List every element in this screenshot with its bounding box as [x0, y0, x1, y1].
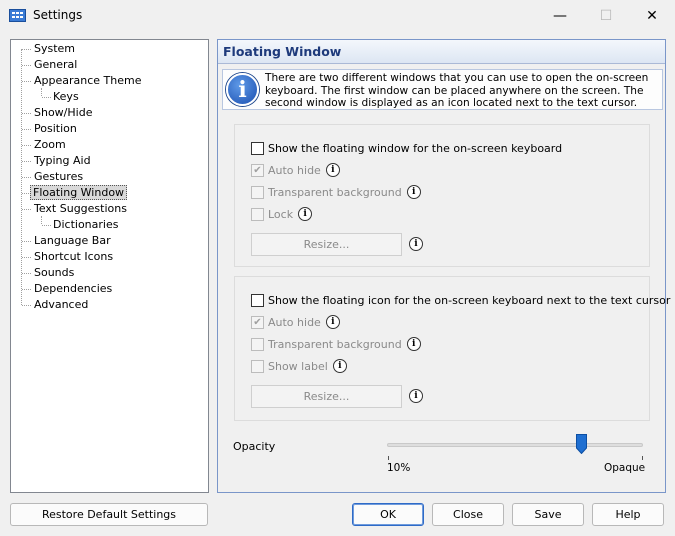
tree-item-position[interactable]: Position	[32, 121, 79, 137]
tree-item-appearance-theme[interactable]: Appearance Theme	[32, 73, 144, 89]
info-icon[interactable]: i	[406, 185, 421, 199]
tree-item-gestures[interactable]: Gestures	[32, 169, 85, 185]
icon-transparent-background-checkbox	[251, 337, 264, 351]
resize-window-button: Resize...	[251, 233, 402, 256]
tree-item-zoom[interactable]: Zoom	[32, 137, 68, 153]
tree-item-sounds[interactable]: Sounds	[32, 265, 76, 281]
show-floating-window-label: Show the floating window for the on-scre…	[268, 141, 563, 155]
opacity-slider-thumb[interactable]	[576, 434, 588, 454]
tree-item-keys[interactable]: Keys	[51, 89, 81, 105]
tree-item-typing-aid[interactable]: Typing Aid	[32, 153, 93, 169]
tree-connector-line	[41, 216, 42, 224]
tree-connector-line	[41, 88, 42, 96]
icon-auto-hide-checkbox: ✔	[251, 315, 264, 329]
lock-label: Lock	[268, 207, 294, 221]
help-button[interactable]: Help	[592, 503, 664, 526]
opacity-min-label: 10%	[387, 462, 411, 474]
transparent-background-checkbox	[251, 185, 264, 199]
tree-item-general[interactable]: General	[32, 57, 79, 73]
show-floating-icon-checkbox[interactable]	[251, 293, 264, 307]
tree-branch	[22, 177, 31, 178]
window-title: Settings	[33, 8, 83, 22]
title-bar: Settings — ☐ ✕	[0, 0, 675, 31]
floating-window-panel: Floating Window i There are two differen…	[217, 39, 670, 493]
auto-hide-checkbox: ✔	[251, 163, 264, 177]
settings-tree[interactable]: System General Appearance Theme Keys Sho…	[10, 39, 209, 493]
auto-hide-label: Auto hide	[268, 163, 321, 177]
transparent-background-option: Transparent background i	[251, 184, 421, 200]
tree-branch	[22, 161, 31, 162]
tree-item-dependencies[interactable]: Dependencies	[32, 281, 114, 297]
close-button[interactable]: Close	[432, 503, 504, 526]
opacity-label: Opacity	[233, 440, 276, 453]
show-floating-icon-option[interactable]: Show the floating icon for the on-screen…	[251, 292, 670, 308]
lock-checkbox	[251, 207, 264, 221]
restore-defaults-button[interactable]: Restore Default Settings	[10, 503, 208, 526]
info-text: There are two different windows that you…	[265, 72, 649, 110]
tree-branch	[22, 257, 31, 258]
info-icon[interactable]: i	[409, 389, 423, 403]
tree-branch	[22, 81, 31, 82]
tree-item-dictionaries[interactable]: Dictionaries	[51, 217, 120, 233]
info-box: i There are two different windows that y…	[222, 69, 663, 110]
tree-item-shortcut-icons[interactable]: Shortcut Icons	[32, 249, 115, 265]
tree-branch	[22, 273, 31, 274]
icon-transparent-background-option: Transparent background i	[251, 336, 421, 352]
keyboard-app-icon	[9, 9, 26, 22]
transparent-background-label: Transparent background	[268, 185, 402, 199]
ok-button[interactable]: OK	[352, 503, 424, 526]
save-button[interactable]: Save	[512, 503, 584, 526]
info-icon[interactable]: i	[409, 237, 423, 251]
panel-header: Floating Window	[218, 40, 665, 64]
tree-item-advanced[interactable]: Advanced	[32, 297, 90, 313]
info-icon[interactable]: i	[406, 337, 421, 351]
tree-item-language-bar[interactable]: Language Bar	[32, 233, 113, 249]
show-floating-window-option[interactable]: Show the floating window for the on-scre…	[251, 140, 562, 156]
tree-branch	[22, 289, 31, 290]
tree-branch	[22, 129, 31, 130]
tree-item-text-suggestions[interactable]: Text Suggestions	[32, 201, 129, 217]
floating-window-group: Show the floating window for the on-scre…	[234, 124, 650, 267]
tree-item-show-hide[interactable]: Show/Hide	[32, 105, 94, 121]
info-icon[interactable]: i	[325, 163, 340, 177]
tree-item-system[interactable]: System	[32, 41, 77, 57]
show-floating-icon-label: Show the floating icon for the on-screen…	[268, 293, 671, 307]
resize-icon-button: Resize...	[251, 385, 402, 408]
lock-option: Lock i	[251, 206, 313, 222]
tree-branch	[22, 65, 31, 66]
tree-item-floating-window[interactable]: Floating Window	[30, 185, 128, 201]
show-label-option: Show label i	[251, 358, 347, 374]
tree-branch	[22, 145, 31, 146]
tree-branch	[42, 225, 51, 226]
info-icon[interactable]: i	[332, 359, 347, 373]
panel-title: Floating Window	[223, 44, 342, 59]
tree-branch	[22, 305, 31, 306]
tree-branch	[22, 209, 31, 210]
show-floating-window-checkbox[interactable]	[251, 141, 264, 155]
icon-transparent-background-label: Transparent background	[268, 337, 402, 351]
show-label-checkbox	[251, 359, 264, 373]
close-window-button[interactable]: ✕	[629, 0, 675, 31]
info-icon: i	[226, 73, 259, 106]
auto-hide-option: ✔ Auto hide i	[251, 162, 340, 178]
info-icon[interactable]: i	[325, 315, 340, 329]
slider-tick	[388, 456, 389, 460]
opacity-max-label: Opaque	[604, 462, 646, 474]
tree-branch	[22, 241, 31, 242]
show-label-label: Show label	[268, 359, 328, 373]
icon-auto-hide-option: ✔ Auto hide i	[251, 314, 340, 330]
floating-icon-group: Show the floating icon for the on-screen…	[234, 276, 670, 421]
tree-branch	[42, 97, 51, 98]
tree-branch	[22, 113, 31, 114]
slider-tick	[642, 456, 643, 460]
info-icon[interactable]: i	[298, 207, 313, 221]
tree-branch	[22, 49, 31, 50]
minimize-button[interactable]: —	[537, 0, 583, 31]
opacity-slider-track[interactable]	[387, 443, 643, 447]
icon-auto-hide-label: Auto hide	[268, 315, 321, 329]
maximize-button: ☐	[599, 7, 613, 24]
